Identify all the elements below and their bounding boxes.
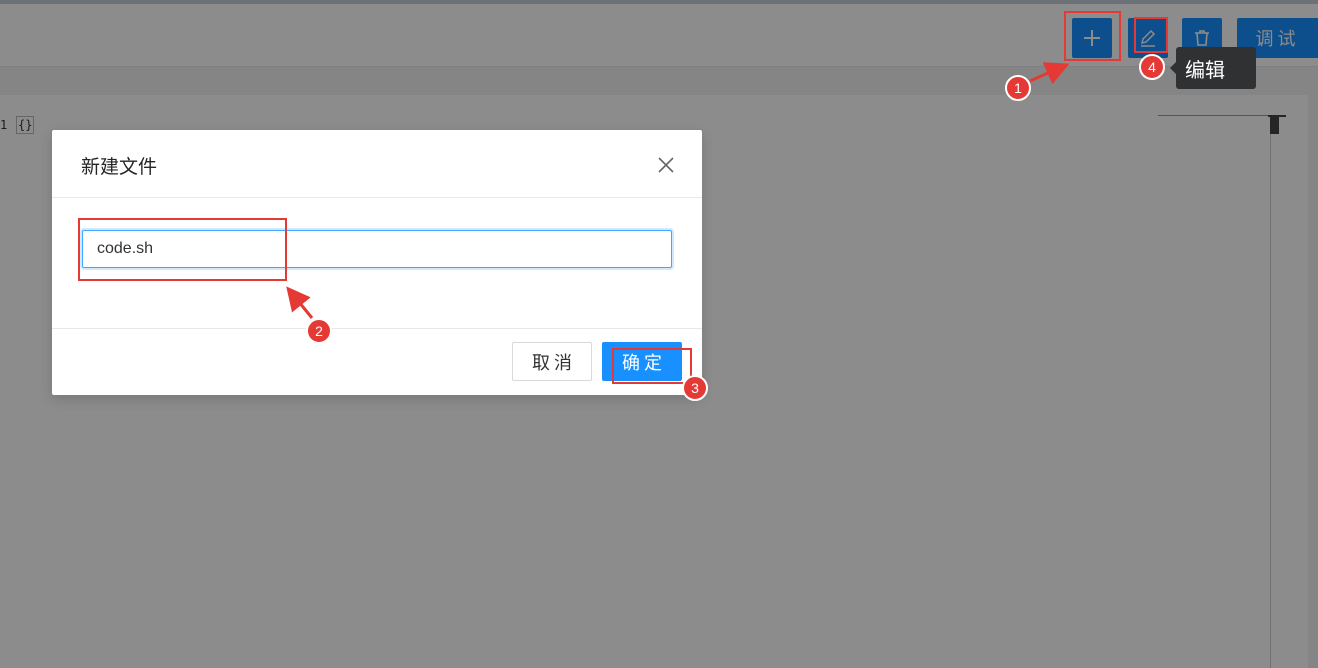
annotation-arrows — [286, 62, 1070, 319]
step-badge-4: 4 — [1139, 54, 1165, 80]
step-badge-3: 3 — [682, 375, 708, 401]
arrow-step-1 — [1029, 62, 1070, 85]
arrow-step-2 — [286, 286, 314, 319]
step-badge-2: 2 — [306, 318, 332, 344]
step-badge-1: 1 — [1005, 75, 1031, 101]
